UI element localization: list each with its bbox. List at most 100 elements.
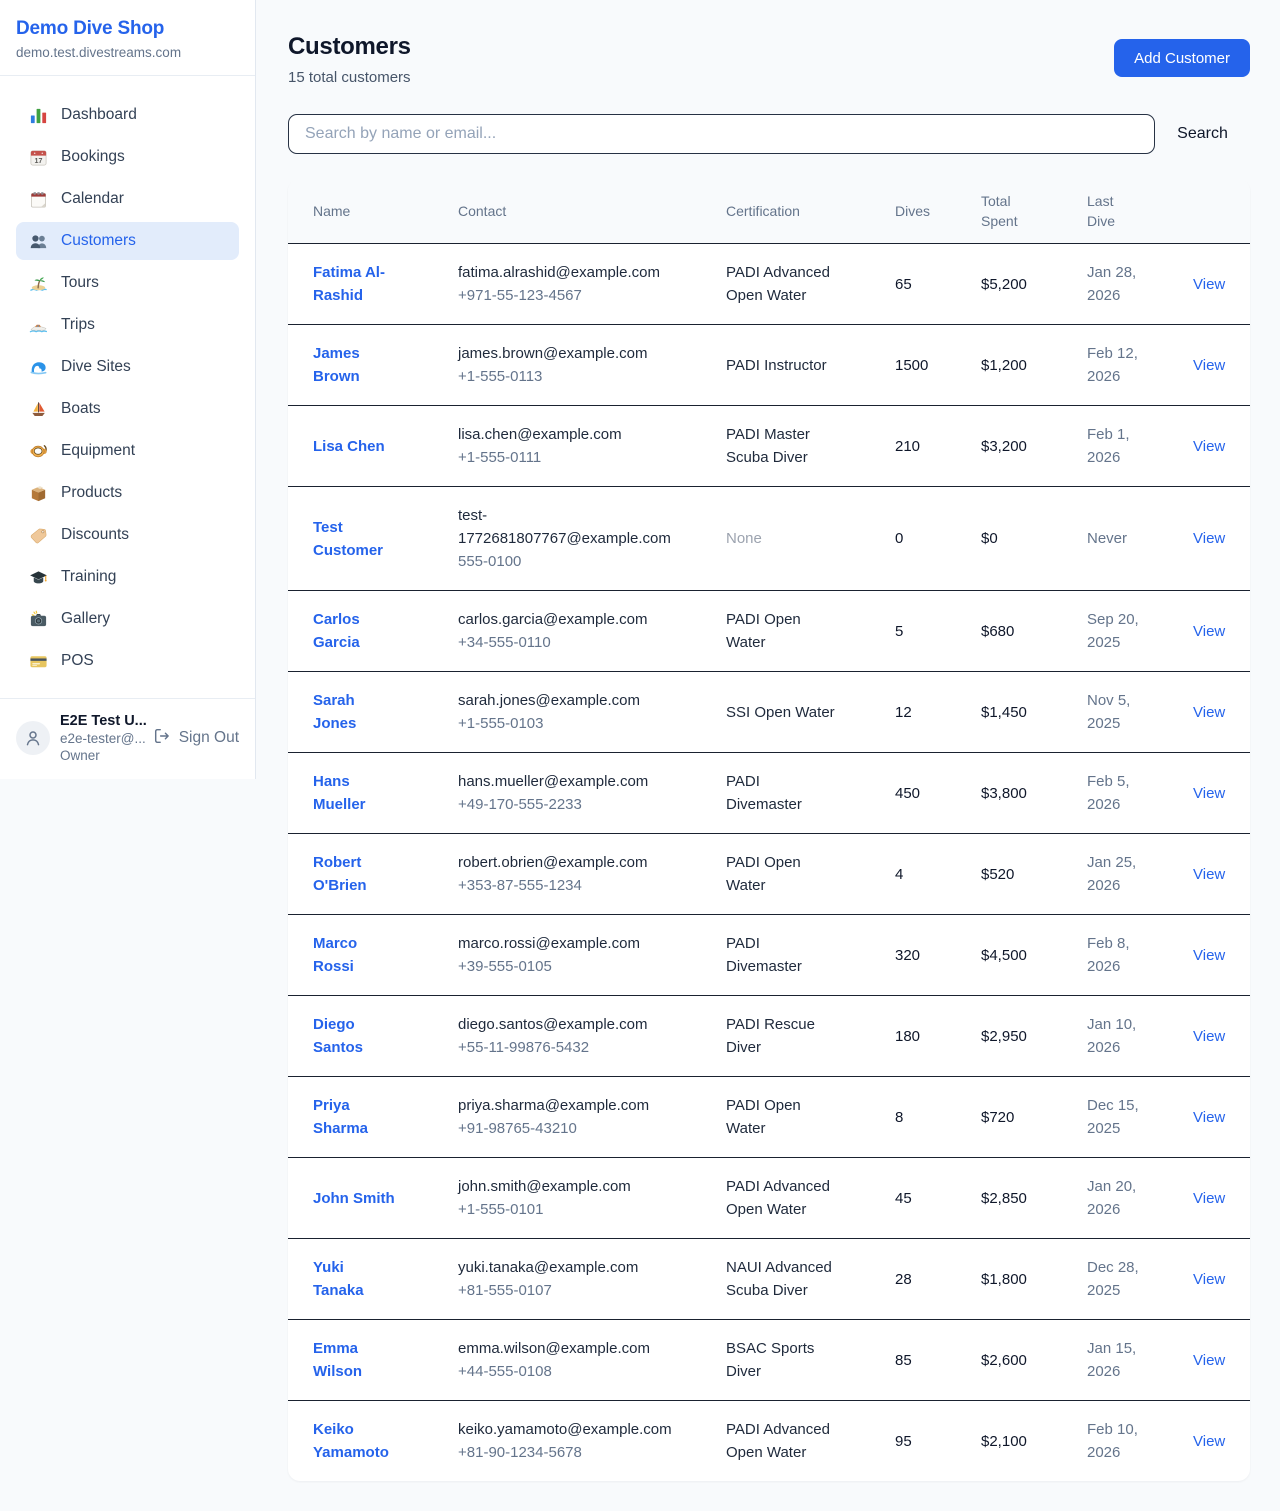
view-link[interactable]: View (1193, 785, 1225, 802)
customer-email: james.brown@example.com (458, 342, 670, 365)
customer-total-spent: $3,200 (981, 406, 1087, 487)
table-row: James Brown james.brown@example.com +1-5… (288, 325, 1250, 406)
customer-name-link[interactable]: Sarah Jones (313, 692, 356, 732)
customer-phone: +34-555-0110 (458, 631, 670, 654)
sidebar-item-label: Dashboard (61, 106, 137, 124)
customer-name-link[interactable]: Priya Sharma (313, 1097, 368, 1137)
view-link[interactable]: View (1193, 704, 1225, 721)
sidebar-item-label: Bookings (61, 148, 125, 166)
customer-dives: 0 (895, 487, 981, 591)
brand-subtitle: demo.test.divestreams.com (16, 45, 239, 60)
customer-name-link[interactable]: Keiko Yamamoto (313, 1421, 389, 1461)
customer-last-dive: Dec 15, 2025 (1087, 1077, 1193, 1158)
customer-name-link[interactable]: Test Customer (313, 519, 383, 559)
customer-name-link[interactable]: James Brown (313, 345, 360, 385)
view-link[interactable]: View (1193, 1271, 1225, 1288)
view-link[interactable]: View (1193, 357, 1225, 374)
customer-last-dive: Jan 25, 2026 (1087, 834, 1193, 915)
customer-name-link[interactable]: Carlos Garcia (313, 611, 360, 651)
add-customer-button[interactable]: Add Customer (1114, 39, 1250, 77)
customer-name-link[interactable]: Emma Wilson (313, 1340, 362, 1380)
sailboat-icon (28, 399, 48, 419)
graduation-cap-icon (28, 567, 48, 587)
customer-dives: 320 (895, 915, 981, 996)
search-button[interactable]: Search (1155, 125, 1250, 143)
table-row: John Smith john.smith@example.com +1-555… (288, 1158, 1250, 1239)
search-input[interactable] (288, 114, 1155, 154)
customer-certification: PADI Open Water (726, 1097, 801, 1137)
camera-icon (28, 609, 48, 629)
sidebar-item-calendar[interactable]: Calendar (16, 180, 239, 218)
customer-phone: +55-11-99876-5432 (458, 1036, 670, 1059)
view-link[interactable]: View (1193, 530, 1225, 547)
sidebar-item-equipment[interactable]: Equipment (16, 432, 239, 470)
customer-email: emma.wilson@example.com (458, 1337, 670, 1360)
user-info: E2E Test U... e2e-tester@... Owner (60, 713, 143, 763)
sidebar-item-dive-sites[interactable]: Dive Sites (16, 348, 239, 386)
view-link[interactable]: View (1193, 1190, 1225, 1207)
sidebar-item-discounts[interactable]: Discounts (16, 516, 239, 554)
customer-count: 15 total customers (288, 69, 411, 86)
customer-name-link[interactable]: Robert O'Brien (313, 854, 367, 894)
sidebar-nav: Dashboard 17 Bookings Calendar Customers (0, 76, 255, 698)
customer-phone: +353-87-555-1234 (458, 874, 670, 897)
customer-last-dive: Jan 20, 2026 (1087, 1158, 1193, 1239)
customer-name-link[interactable]: Hans Mueller (313, 773, 366, 813)
tag-icon (28, 525, 48, 545)
sidebar-item-pos[interactable]: POS (16, 642, 239, 680)
sidebar-item-gallery[interactable]: Gallery (16, 600, 239, 638)
sign-out-button[interactable]: Sign Out (153, 727, 239, 750)
sidebar-item-bookings[interactable]: 17 Bookings (16, 138, 239, 176)
wave-icon (28, 357, 48, 377)
customer-dives: 65 (895, 244, 981, 325)
customer-phone: +1-555-0101 (458, 1198, 670, 1221)
credit-card-icon (28, 651, 48, 671)
user-name: E2E Test U... (60, 713, 143, 729)
customer-certification: PADI Master Scuba Diver (726, 426, 810, 466)
customer-name-link[interactable]: Marco Rossi (313, 935, 357, 975)
customer-last-dive: Jan 15, 2026 (1087, 1320, 1193, 1401)
customer-dives: 85 (895, 1320, 981, 1401)
customer-last-dive: Nov 5, 2025 (1087, 672, 1193, 753)
customer-last-dive: Dec 28, 2025 (1087, 1239, 1193, 1320)
view-link[interactable]: View (1193, 1433, 1225, 1450)
user-role: Owner (60, 748, 143, 763)
customer-name-link[interactable]: John Smith (313, 1190, 395, 1207)
view-link[interactable]: View (1193, 276, 1225, 293)
customer-name-link[interactable]: Yuki Tanaka (313, 1259, 364, 1299)
sidebar-item-products[interactable]: Products (16, 474, 239, 512)
customer-phone: +44-555-0108 (458, 1360, 670, 1383)
view-link[interactable]: View (1193, 947, 1225, 964)
sidebar-item-training[interactable]: Training (16, 558, 239, 596)
customer-table-body: Fatima Al-Rashid fatima.alrashid@example… (288, 244, 1250, 1482)
sidebar-item-trips[interactable]: Trips (16, 306, 239, 344)
sign-out-icon (153, 727, 171, 750)
customer-last-dive: Jan 28, 2026 (1087, 244, 1193, 325)
sidebar-item-tours[interactable]: Tours (16, 264, 239, 302)
customer-email: lisa.chen@example.com (458, 423, 670, 446)
customer-name-link[interactable]: Diego Santos (313, 1016, 363, 1056)
customer-dives: 95 (895, 1401, 981, 1482)
view-link[interactable]: View (1193, 438, 1225, 455)
customers-table: Name Contact Certification Dives Total S… (288, 179, 1250, 1481)
customer-name-link[interactable]: Lisa Chen (313, 438, 385, 455)
view-link[interactable]: View (1193, 1352, 1225, 1369)
view-link[interactable]: View (1193, 1109, 1225, 1126)
sidebar-item-customers[interactable]: Customers (16, 222, 239, 260)
table-row: Diego Santos diego.santos@example.com +5… (288, 996, 1250, 1077)
customer-total-spent: $5,200 (981, 244, 1087, 325)
customer-total-spent: $1,200 (981, 325, 1087, 406)
sidebar-item-dashboard[interactable]: Dashboard (16, 96, 239, 134)
view-link[interactable]: View (1193, 1028, 1225, 1045)
column-header-name: Name (288, 179, 458, 244)
customer-dives: 1500 (895, 325, 981, 406)
customer-phone: +971-55-123-4567 (458, 284, 670, 307)
table-row: Carlos Garcia carlos.garcia@example.com … (288, 591, 1250, 672)
view-link[interactable]: View (1193, 866, 1225, 883)
customer-dives: 210 (895, 406, 981, 487)
view-link[interactable]: View (1193, 623, 1225, 640)
sidebar-item-boats[interactable]: Boats (16, 390, 239, 428)
customer-email: test-1772681807767@example.com (458, 504, 670, 550)
customer-name-link[interactable]: Fatima Al-Rashid (313, 264, 385, 304)
customer-total-spent: $680 (981, 591, 1087, 672)
